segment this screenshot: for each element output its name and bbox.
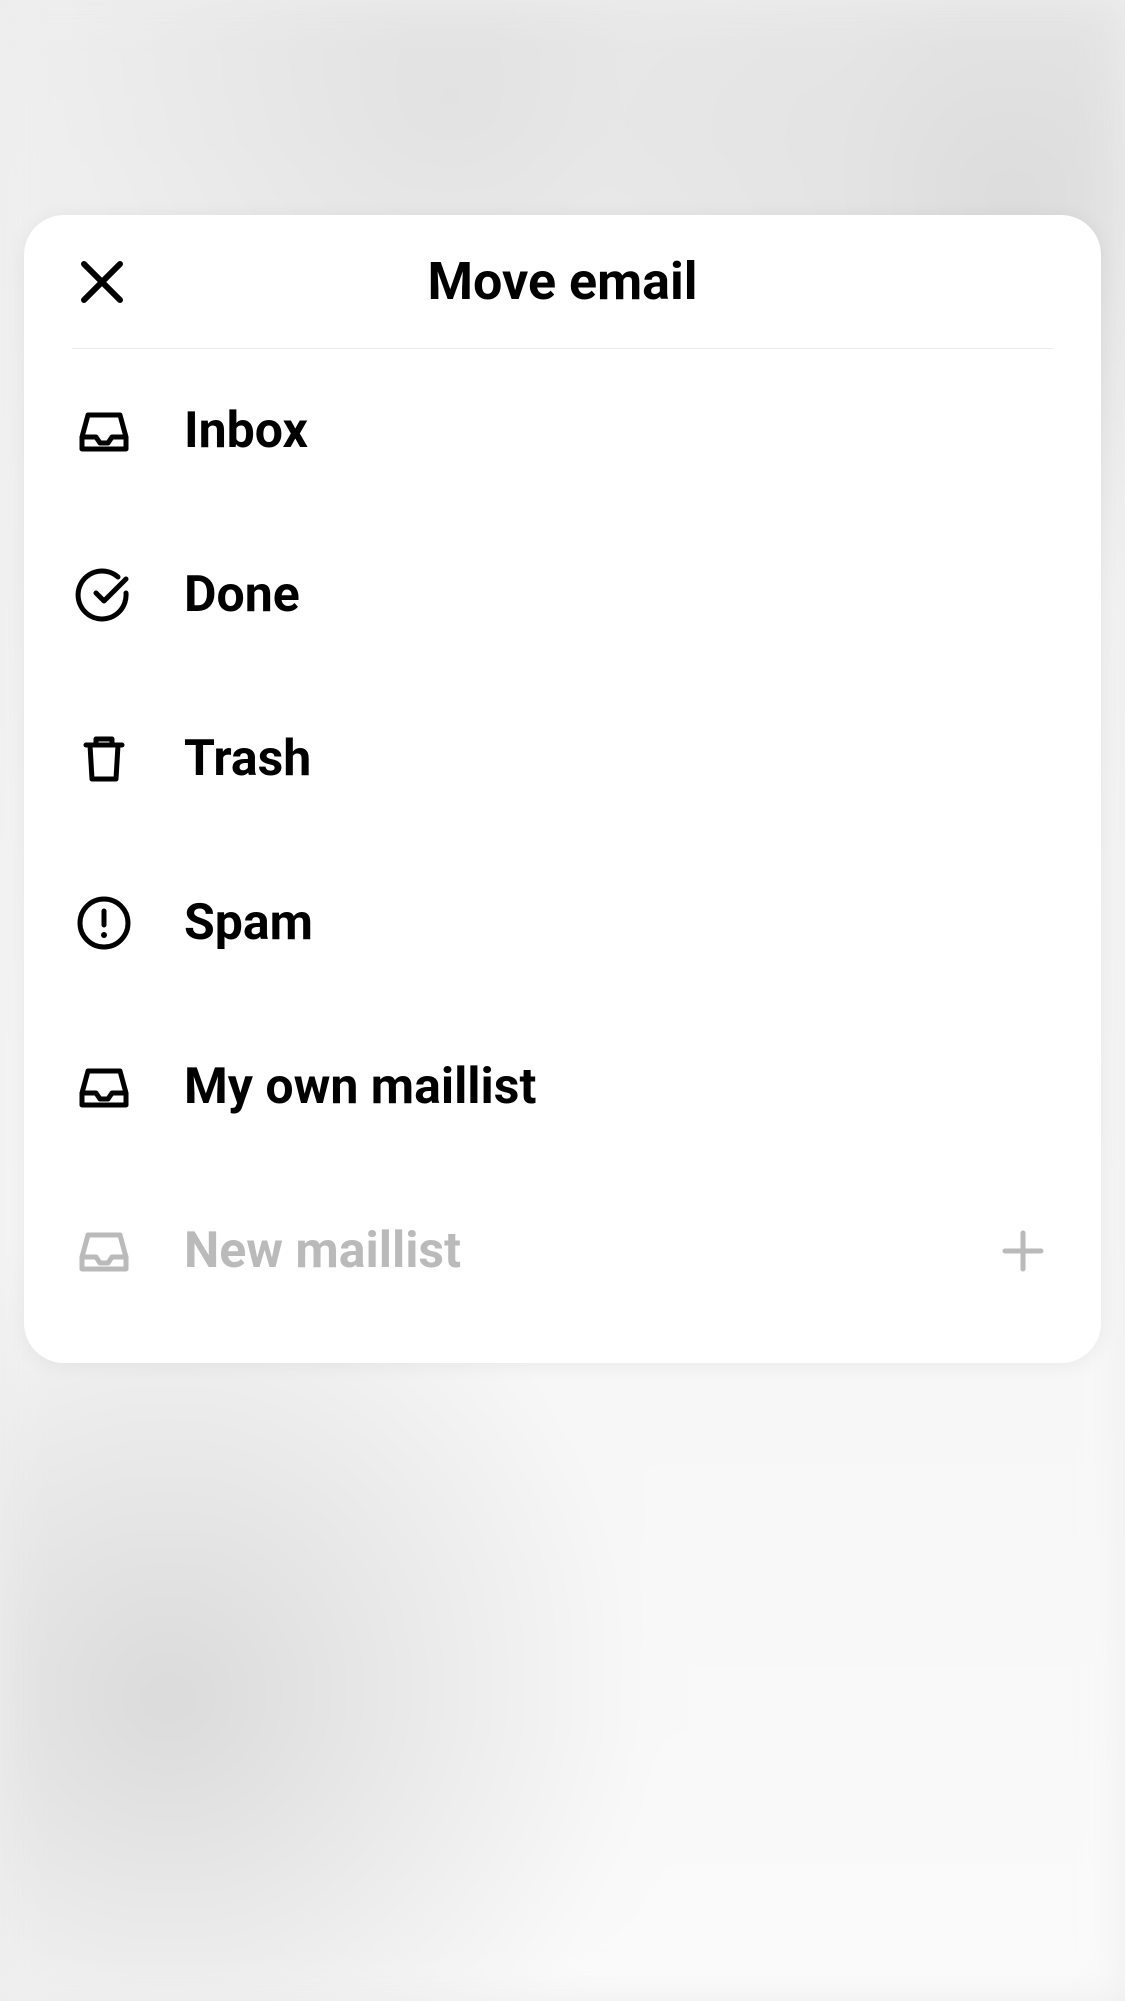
inbox-icon [72, 1219, 136, 1283]
add-maillist-button[interactable] [993, 1221, 1053, 1281]
inbox-icon [72, 399, 136, 463]
menu-item-my-own-maillist[interactable]: My own maillist [72, 1005, 1053, 1169]
plus-icon [999, 1227, 1047, 1275]
menu-item-spam[interactable]: Spam [72, 841, 1053, 1005]
alert-circle-icon [72, 891, 136, 955]
close-icon [80, 260, 124, 304]
modal-title: Move email [72, 251, 1053, 312]
menu-item-label: Spam [184, 894, 1053, 952]
menu-item-trash[interactable]: Trash [72, 677, 1053, 841]
menu-item-label: Done [184, 566, 1053, 624]
menu-item-new-maillist[interactable]: New maillist [72, 1169, 1053, 1333]
menu-item-label: My own maillist [184, 1058, 1053, 1116]
menu-item-label: Inbox [184, 402, 1053, 460]
menu-item-inbox[interactable]: Inbox [72, 349, 1053, 513]
menu-item-label: New maillist [184, 1222, 945, 1280]
move-email-modal: Move email Inbox Done [24, 215, 1101, 1363]
close-button[interactable] [72, 252, 132, 312]
inbox-icon [72, 1055, 136, 1119]
menu-item-label: Trash [184, 730, 1053, 788]
trash-icon [72, 727, 136, 791]
modal-header: Move email [24, 215, 1101, 348]
menu-item-done[interactable]: Done [72, 513, 1053, 677]
menu-list: Inbox Done Trash [24, 349, 1101, 1333]
check-circle-icon [72, 563, 136, 627]
